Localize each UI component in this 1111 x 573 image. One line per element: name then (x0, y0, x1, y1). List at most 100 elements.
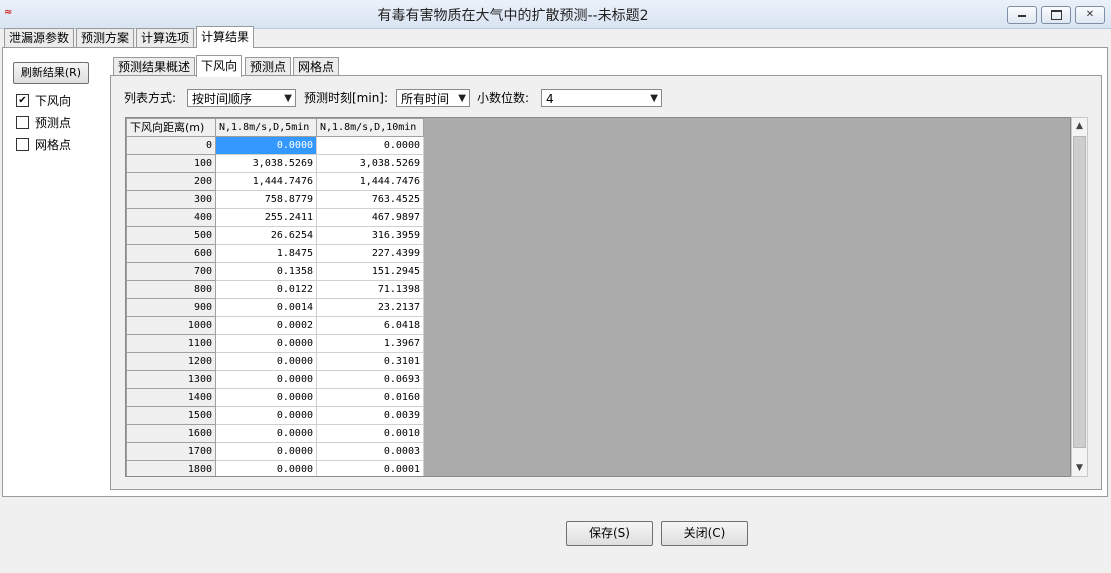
tab-grid-points[interactable]: 网格点 (293, 57, 340, 76)
scroll-thumb[interactable] (1073, 136, 1086, 448)
row-header-distance[interactable]: 1400 (126, 388, 216, 407)
decimals-value: 4 (546, 92, 554, 106)
cell-10min[interactable]: 227.4399 (316, 244, 424, 263)
tab-prediction-plan[interactable]: 预测方案 (76, 28, 135, 47)
row-header-distance[interactable]: 1600 (126, 424, 216, 443)
cell-10min[interactable]: 467.9897 (316, 208, 424, 227)
chevron-down-icon: ▼ (284, 93, 292, 104)
table-row: 600 1.8475 227.4399 (126, 244, 424, 263)
table-row: 700 0.1358 151.2945 (126, 262, 424, 281)
row-header-distance[interactable]: 1500 (126, 406, 216, 425)
decimals-label: 小数位数: (477, 91, 530, 105)
tab-downwind[interactable]: 下风向 (196, 55, 243, 77)
tab-result-overview[interactable]: 预测结果概述 (113, 57, 196, 76)
cell-5min[interactable]: 0.0122 (215, 280, 317, 299)
cell-5min[interactable]: 0.1358 (215, 262, 317, 281)
cell-5min[interactable]: 1.8475 (215, 244, 317, 263)
close-button[interactable]: 关闭(C) (661, 521, 748, 546)
row-header-distance[interactable]: 1000 (126, 316, 216, 335)
cell-10min[interactable]: 0.0160 (316, 388, 424, 407)
table-row: 1000 0.0002 6.0418 (126, 316, 424, 335)
cell-5min[interactable]: 0.0000 (215, 136, 317, 155)
cell-5min[interactable]: 0.0014 (215, 298, 317, 317)
tab-leak-source[interactable]: 泄漏源参数 (4, 28, 75, 47)
cell-5min[interactable]: 1,444.7476 (215, 172, 317, 191)
row-header-distance[interactable]: 1700 (126, 442, 216, 461)
checkbox-grid-point[interactable]: 网格点 (16, 137, 71, 153)
row-header-distance[interactable]: 1300 (126, 370, 216, 389)
row-header-distance[interactable]: 1100 (126, 334, 216, 353)
cell-5min[interactable]: 0.0000 (215, 334, 317, 353)
cell-10min[interactable]: 0.0039 (316, 406, 424, 425)
checkbox-prediction-point[interactable]: 预测点 (16, 115, 71, 131)
cell-5min[interactable]: 3,038.5269 (215, 154, 317, 173)
cell-10min[interactable]: 23.2137 (316, 298, 424, 317)
maximize-button[interactable] (1041, 6, 1071, 24)
results-grid[interactable]: 下风向距离(m) N,1.8m/s,D,5min N,1.8m/s,D,10mi… (125, 117, 1071, 477)
close-window-button[interactable]: ✕ (1075, 6, 1105, 24)
cell-10min[interactable]: 0.0001 (316, 460, 424, 476)
prediction-time-select[interactable]: 所有时间 ▼ (396, 89, 470, 107)
checkbox-icon[interactable] (16, 116, 29, 129)
cell-10min[interactable]: 1,444.7476 (316, 172, 424, 191)
table-row: 1200 0.0000 0.3101 (126, 352, 424, 371)
save-button[interactable]: 保存(S) (566, 521, 653, 546)
minimize-button[interactable] (1007, 6, 1037, 24)
chevron-down-icon: ▼ (458, 93, 466, 104)
row-header-distance[interactable]: 700 (126, 262, 216, 281)
row-header-distance[interactable]: 900 (126, 298, 216, 317)
column-header-5min[interactable]: N,1.8m/s,D,5min (215, 118, 317, 137)
scroll-up-icon[interactable]: ▲ (1072, 118, 1087, 134)
table-row: 900 0.0014 23.2137 (126, 298, 424, 317)
cell-5min[interactable]: 758.8779 (215, 190, 317, 209)
column-header-10min[interactable]: N,1.8m/s,D,10min (316, 118, 424, 137)
cell-5min[interactable]: 0.0002 (215, 316, 317, 335)
title-bar[interactable]: ≈ 有毒有害物质在大气中的扩散预测--未标题2 ✕ (0, 0, 1111, 29)
cell-10min[interactable]: 0.0000 (316, 136, 424, 155)
checkbox-icon[interactable] (16, 138, 29, 151)
tab-calc-options[interactable]: 计算选项 (136, 28, 195, 47)
row-header-distance[interactable]: 600 (126, 244, 216, 263)
cell-5min[interactable]: 0.0000 (215, 352, 317, 371)
row-header-distance[interactable]: 500 (126, 226, 216, 245)
decimals-select[interactable]: 4 ▼ (541, 89, 662, 107)
cell-10min[interactable]: 0.0003 (316, 442, 424, 461)
cell-10min[interactable]: 6.0418 (316, 316, 424, 335)
tab-calc-results[interactable]: 计算结果 (196, 26, 255, 48)
cell-5min[interactable]: 0.0000 (215, 460, 317, 476)
row-header-distance[interactable]: 1800 (126, 460, 216, 476)
scroll-down-icon[interactable]: ▼ (1072, 460, 1087, 476)
tab-prediction-points[interactable]: 预测点 (245, 57, 292, 76)
results-table: 下风向距离(m) N,1.8m/s,D,5min N,1.8m/s,D,10mi… (126, 118, 424, 476)
row-header-distance[interactable]: 200 (126, 172, 216, 191)
cell-5min[interactable]: 255.2411 (215, 208, 317, 227)
row-header-distance[interactable]: 400 (126, 208, 216, 227)
checkbox-checked-icon[interactable]: ✔ (16, 94, 29, 107)
cell-10min[interactable]: 0.0010 (316, 424, 424, 443)
cell-10min[interactable]: 0.0693 (316, 370, 424, 389)
cell-10min[interactable]: 763.4525 (316, 190, 424, 209)
cell-5min[interactable]: 0.0000 (215, 406, 317, 425)
row-header-distance[interactable]: 800 (126, 280, 216, 299)
cell-10min[interactable]: 316.3959 (316, 226, 424, 245)
cell-5min[interactable]: 0.0000 (215, 370, 317, 389)
refresh-results-button[interactable]: 刷新结果(R) (13, 62, 89, 84)
list-mode-select[interactable]: 按时间顺序 ▼ (187, 89, 296, 107)
table-row: 1700 0.0000 0.0003 (126, 442, 424, 461)
cell-10min[interactable]: 151.2945 (316, 262, 424, 281)
cell-10min[interactable]: 3,038.5269 (316, 154, 424, 173)
row-header-distance[interactable]: 1200 (126, 352, 216, 371)
cell-5min[interactable]: 0.0000 (215, 388, 317, 407)
row-header-distance[interactable]: 100 (126, 154, 216, 173)
row-header-distance[interactable]: 0 (126, 136, 216, 155)
grid-vertical-scrollbar[interactable]: ▲ ▼ (1071, 117, 1088, 477)
checkbox-downwind[interactable]: ✔ 下风向 (16, 93, 71, 109)
cell-5min[interactable]: 0.0000 (215, 442, 317, 461)
column-header-distance[interactable]: 下风向距离(m) (126, 118, 216, 137)
row-header-distance[interactable]: 300 (126, 190, 216, 209)
cell-5min[interactable]: 26.6254 (215, 226, 317, 245)
cell-10min[interactable]: 0.3101 (316, 352, 424, 371)
cell-10min[interactable]: 71.1398 (316, 280, 424, 299)
cell-10min[interactable]: 1.3967 (316, 334, 424, 353)
cell-5min[interactable]: 0.0000 (215, 424, 317, 443)
